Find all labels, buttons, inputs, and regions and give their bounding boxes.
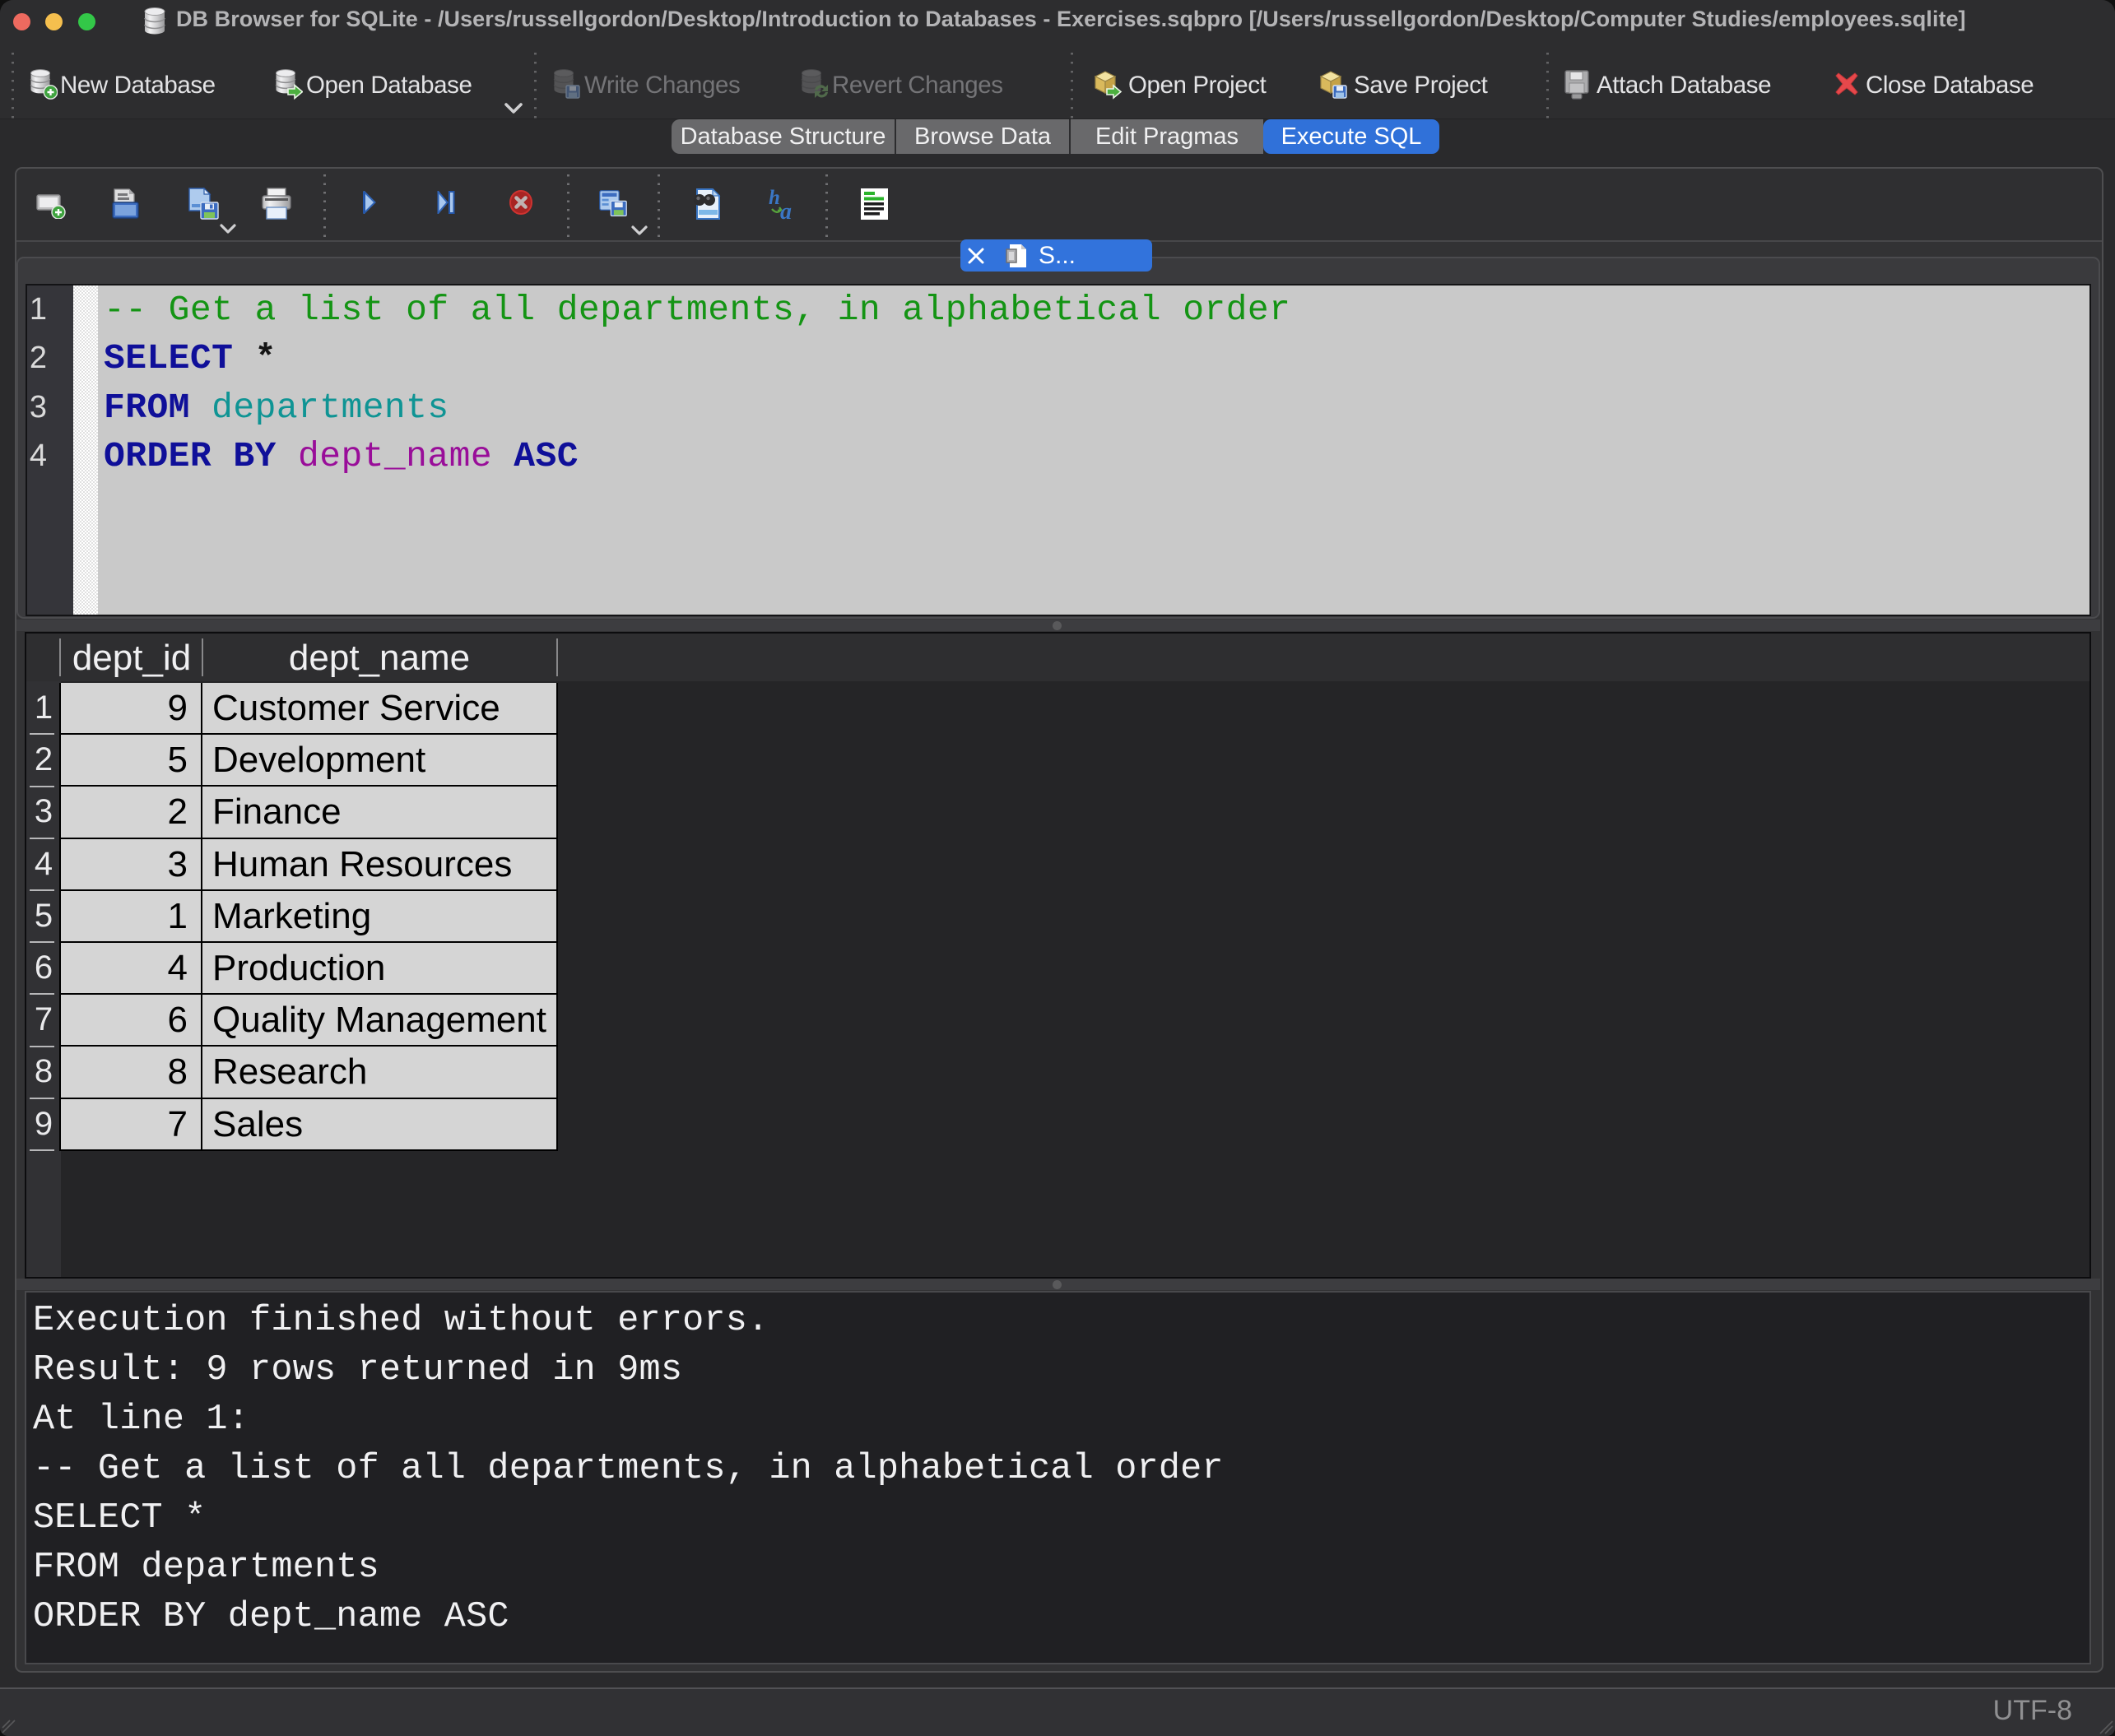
svg-text:h: h <box>769 188 780 209</box>
